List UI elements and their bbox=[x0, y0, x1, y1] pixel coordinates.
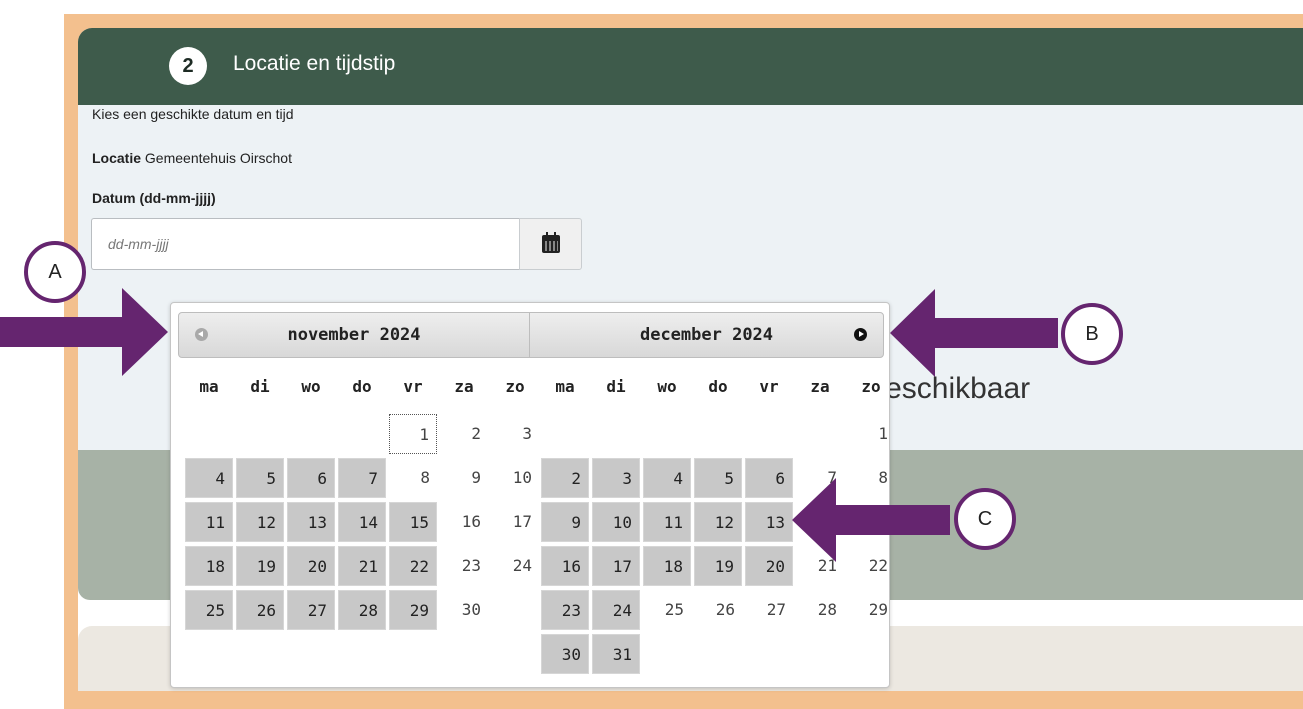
arrow-a bbox=[0, 288, 168, 376]
arrow-c bbox=[792, 478, 950, 562]
annotation-arrows bbox=[0, 288, 1058, 562]
arrow-b bbox=[890, 289, 1058, 377]
